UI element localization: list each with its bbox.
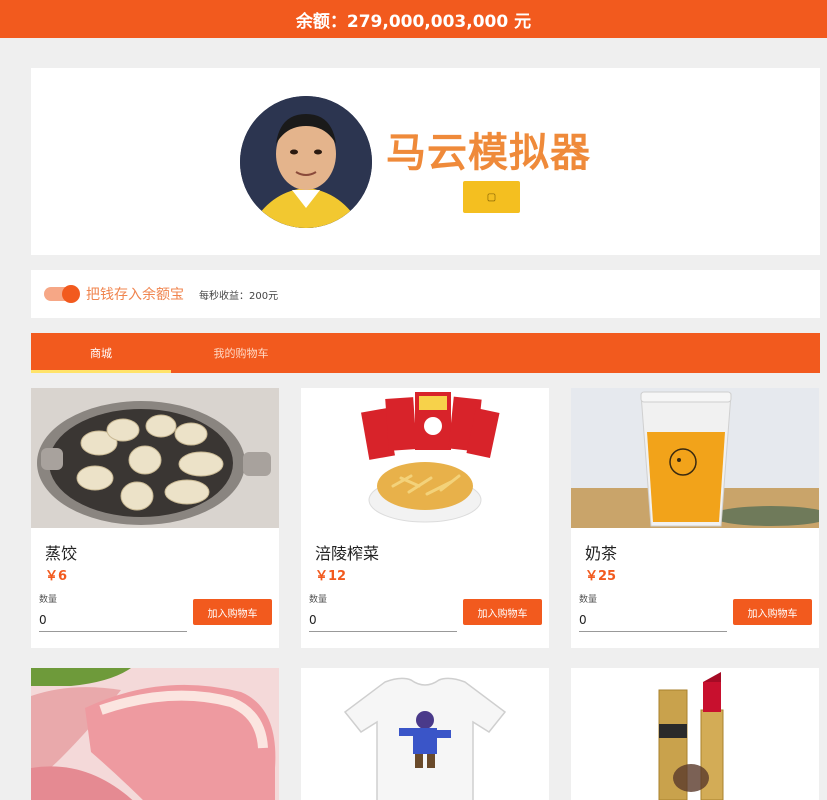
avatar bbox=[240, 96, 372, 228]
product-name: 涪陵榨菜 bbox=[315, 544, 380, 563]
add-to-cart-button[interactable]: 加入购物车 bbox=[193, 599, 272, 625]
quantity-label: 数量 bbox=[309, 595, 328, 605]
product-image bbox=[31, 668, 279, 800]
quantity-label: 数量 bbox=[579, 595, 598, 605]
tab-cart-label: 我的购物车 bbox=[213, 347, 269, 360]
hero-action-button[interactable]: ▢ bbox=[463, 181, 520, 213]
product-card: 蒸饺 ￥6 数量 加入购物车 bbox=[31, 388, 279, 648]
active-tab-indicator bbox=[31, 370, 171, 373]
product-image bbox=[571, 668, 819, 800]
tab-bar: 商城 我的购物车 bbox=[31, 333, 820, 373]
product-image bbox=[571, 388, 819, 528]
product-name: 蒸饺 bbox=[45, 544, 78, 563]
add-to-cart-button[interactable]: 加入购物车 bbox=[463, 599, 542, 625]
product-card: 涪陵榨菜 ￥12 数量 加入购物车 bbox=[301, 388, 549, 648]
quantity-input[interactable] bbox=[39, 608, 187, 632]
product-price: ￥12 bbox=[315, 569, 347, 584]
app-title: 马云模拟器 bbox=[386, 130, 591, 176]
balance-header: 余额：279,000,003,000 元 bbox=[0, 0, 827, 38]
product-name: 奶茶 bbox=[585, 544, 618, 563]
quantity-label: 数量 bbox=[39, 595, 58, 605]
product-image bbox=[301, 668, 549, 800]
product-price: ￥6 bbox=[45, 569, 68, 584]
savings-bar: 把钱存入余额宝 每秒收益：200元 bbox=[31, 270, 820, 318]
balance-text: 余额：279,000,003,000 元 bbox=[295, 11, 532, 32]
toggle-knob bbox=[62, 285, 80, 303]
product-image bbox=[301, 388, 549, 528]
product-card: 奶茶 ￥25 数量 加入购物车 bbox=[571, 388, 819, 648]
product-price: ￥25 bbox=[585, 569, 617, 584]
product-image bbox=[31, 388, 279, 528]
savings-toggle[interactable] bbox=[44, 285, 80, 303]
tab-shop-label: 商城 bbox=[90, 347, 112, 360]
product-card bbox=[301, 668, 549, 800]
product-card bbox=[31, 668, 279, 800]
hero-card: 马云模拟器 ▢ bbox=[31, 68, 820, 255]
savings-toggle-label: 把钱存入余额宝 bbox=[86, 287, 184, 303]
add-to-cart-button[interactable]: 加入购物车 bbox=[733, 599, 812, 625]
earnings-per-second: 每秒收益：200元 bbox=[199, 290, 279, 302]
tab-cart[interactable]: 我的购物车 bbox=[171, 333, 311, 373]
quantity-input[interactable] bbox=[309, 608, 457, 632]
tab-shop[interactable]: 商城 bbox=[31, 333, 171, 373]
product-card bbox=[571, 668, 819, 800]
quantity-input[interactable] bbox=[579, 608, 727, 632]
